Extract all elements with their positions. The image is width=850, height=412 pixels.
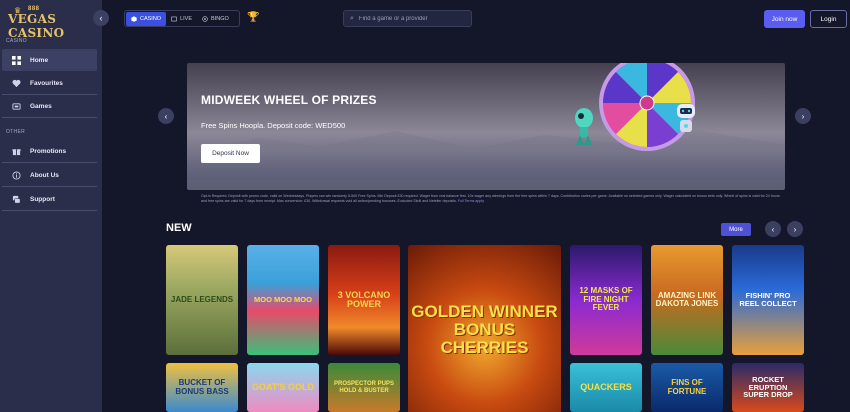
tab-bingo[interactable]: BINGO bbox=[197, 12, 234, 26]
game-title: PROSPECTOR PUPS HOLD & BUSTER bbox=[334, 381, 394, 394]
chevron-right-icon: › bbox=[793, 224, 797, 234]
section-label-casino: CASINO bbox=[6, 38, 27, 44]
game-title: AMAZING LINK DAKOTA JONES bbox=[655, 290, 719, 308]
section-label-other: OTHER bbox=[6, 129, 25, 135]
sidebar-item-support[interactable]: Support bbox=[2, 189, 97, 211]
sidebar-item-label: Promotions bbox=[30, 148, 67, 155]
game-title: GOAT'S GOLD bbox=[252, 381, 314, 392]
game-tile[interactable]: FINS OF FORTUNE bbox=[651, 363, 723, 412]
tab-label: LIVE bbox=[180, 15, 193, 22]
login-button[interactable]: Login bbox=[810, 10, 847, 28]
tab-label: CASINO bbox=[140, 15, 162, 22]
search-icon: ⌕ bbox=[350, 14, 354, 22]
info-icon bbox=[12, 171, 21, 180]
promo-banner[interactable]: MIDWEEK WHEEL OF PRIZES Free Spins Hoopl… bbox=[187, 63, 785, 190]
grid-icon bbox=[12, 55, 21, 65]
sidebar-item-label: Favourites bbox=[30, 80, 63, 87]
sidebar-item-games[interactable]: Games bbox=[2, 96, 97, 118]
game-tile[interactable]: FISHIN' PRO REEL COLLECT bbox=[732, 245, 804, 355]
sidebar-item-favourites[interactable]: Favourites bbox=[2, 73, 97, 95]
banner-title: MIDWEEK WHEEL OF PRIZES bbox=[201, 93, 377, 107]
chevron-left-icon: ‹ bbox=[164, 111, 168, 121]
game-tile[interactable]: JADE LEGENDS bbox=[166, 245, 238, 355]
heart-icon bbox=[12, 79, 21, 88]
alien-icon bbox=[575, 108, 593, 145]
sidebar-item-about-us[interactable]: About Us bbox=[2, 165, 97, 187]
game-title: ROCKET ERUPTION SUPER DROP bbox=[743, 374, 793, 400]
banner-prev-button[interactable]: ‹ bbox=[158, 108, 174, 124]
game-title: JADE LEGENDS bbox=[170, 294, 234, 304]
bingo-icon bbox=[202, 15, 208, 22]
game-tile[interactable]: BUCKET OF BONUS BASS bbox=[166, 363, 238, 412]
support-icon bbox=[12, 195, 21, 204]
sidebar-item-home[interactable]: Home bbox=[2, 49, 97, 71]
game-title: FINS OF FORTUNE bbox=[667, 378, 707, 396]
game-tile[interactable]: GOAT'S GOLD bbox=[247, 363, 319, 412]
game-tile[interactable]: GOLDEN WINNER BONUS CHERRIES bbox=[408, 245, 561, 412]
robot-icon bbox=[677, 104, 695, 132]
game-title: GOLDEN WINNER BONUS CHERRIES bbox=[411, 302, 558, 357]
games-icon bbox=[12, 103, 21, 110]
logo-text: VEGAS CASINO bbox=[8, 12, 65, 40]
game-tile[interactable]: PROSPECTOR PUPS HOLD & BUSTER bbox=[328, 363, 400, 412]
deposit-now-button[interactable]: Deposit Now bbox=[201, 144, 260, 163]
game-tile[interactable]: AMAZING LINK DAKOTA JONES bbox=[651, 245, 723, 355]
game-title: BUCKET OF BONUS BASS bbox=[175, 378, 229, 396]
section-title-new: NEW bbox=[166, 222, 192, 234]
game-tile[interactable]: MOO MOO MOO bbox=[247, 245, 319, 355]
game-title: 12 MASKS OF FIRE NIGHT FEVER bbox=[579, 286, 633, 313]
terms-text: Opt-in Required. Deposit with promo code… bbox=[201, 194, 780, 203]
sidebar-item-promotions[interactable]: Promotions bbox=[2, 141, 97, 163]
chevron-left-icon: ‹ bbox=[771, 224, 775, 234]
chevron-right-icon: › bbox=[801, 111, 805, 121]
product-tabs: CASINO LIVE BINGO bbox=[124, 10, 240, 27]
sidebar-item-label: Games bbox=[30, 103, 52, 110]
search-bar[interactable]: ⌕ bbox=[343, 10, 472, 27]
cube-icon bbox=[131, 15, 137, 22]
game-tile[interactable]: QUACKERS bbox=[570, 363, 642, 412]
live-icon bbox=[171, 16, 178, 21]
chevron-left-icon: ‹ bbox=[99, 13, 103, 23]
carousel-prev-button[interactable]: ‹ bbox=[765, 221, 781, 237]
join-now-button[interactable]: Join now bbox=[764, 10, 805, 28]
sidebar-collapse-button[interactable]: ‹ bbox=[93, 10, 109, 26]
logo[interactable]: ♛ 888 VEGAS CASINO bbox=[8, 6, 78, 40]
game-title: QUACKERS bbox=[580, 381, 632, 392]
sidebar-item-label: About Us bbox=[30, 172, 59, 179]
gift-icon bbox=[12, 149, 21, 156]
carousel-next-button[interactable]: › bbox=[787, 221, 803, 237]
banner-terms: Opt-in Required. Deposit with promo code… bbox=[201, 194, 781, 204]
tab-live[interactable]: LIVE bbox=[166, 12, 197, 26]
game-tile[interactable]: 12 MASKS OF FIRE NIGHT FEVER bbox=[570, 245, 642, 355]
banner-next-button[interactable]: › bbox=[795, 108, 811, 124]
tab-casino[interactable]: CASINO bbox=[126, 11, 167, 26]
page: ♛ 888 VEGAS CASINO CASINO Home Favourite… bbox=[0, 0, 850, 412]
game-tile[interactable]: ROCKET ERUPTION SUPER DROP bbox=[732, 363, 804, 412]
more-button[interactable]: More bbox=[721, 223, 751, 236]
game-title: FISHIN' PRO REEL COLLECT bbox=[739, 291, 797, 308]
trophy-icon[interactable]: 🏆 bbox=[247, 12, 259, 23]
sidebar-item-label: Support bbox=[30, 196, 55, 203]
search-input[interactable] bbox=[358, 15, 459, 22]
terms-link[interactable]: Full Terms apply bbox=[458, 199, 484, 203]
game-tile[interactable]: 3 VOLCANO POWER bbox=[328, 245, 400, 355]
sidebar: ♛ 888 VEGAS CASINO CASINO Home Favourite… bbox=[0, 0, 102, 412]
game-title: 3 VOLCANO POWER bbox=[337, 289, 391, 309]
banner-subtitle: Free Spins Hoopla. Deposit code: WED500 bbox=[201, 121, 346, 130]
sidebar-item-label: Home bbox=[30, 56, 49, 64]
game-title: MOO MOO MOO bbox=[254, 295, 312, 305]
tab-label: BINGO bbox=[211, 15, 229, 22]
